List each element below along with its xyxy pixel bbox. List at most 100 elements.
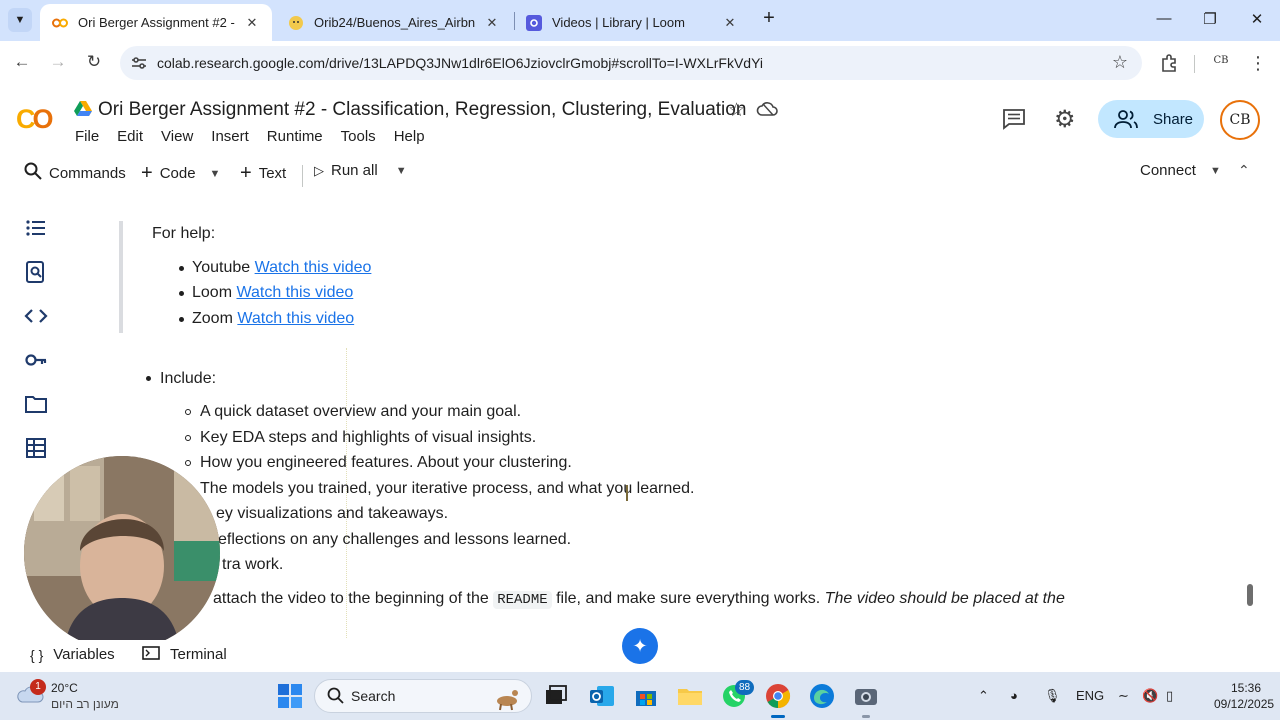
list-bullet xyxy=(185,435,191,441)
search-icon xyxy=(24,162,42,185)
terminal-icon xyxy=(142,646,160,663)
settings-gear-icon[interactable]: ⚙ xyxy=(1054,105,1076,134)
cloud-sync-icon[interactable] xyxy=(756,100,778,118)
edge-icon[interactable] xyxy=(808,682,836,710)
back-arrow-icon[interactable]: ← xyxy=(11,52,33,74)
help-heading: For help: xyxy=(152,225,216,242)
share-button[interactable]: Share xyxy=(1098,100,1204,138)
list-item-youtube: Youtube Watch this video xyxy=(192,259,371,277)
comment-icon[interactable] xyxy=(1002,108,1026,130)
colab-logo[interactable]: CO xyxy=(16,104,54,135)
camera-app-icon[interactable] xyxy=(852,682,880,710)
notebook-title[interactable]: Ori Berger Assignment #2 - Classificatio… xyxy=(98,99,746,121)
microphone-icon[interactable]: 🎙 xyxy=(1044,688,1061,704)
tab-close-icon[interactable]: ✕ xyxy=(244,15,260,31)
outlook-icon[interactable] xyxy=(588,682,616,710)
search-label: Search xyxy=(351,688,396,704)
webcam-overlay[interactable] xyxy=(24,456,220,650)
reload-icon[interactable]: ↻ xyxy=(83,52,105,74)
terminal-button[interactable]: Terminal xyxy=(142,646,227,663)
chevron-down-icon[interactable]: ▼ xyxy=(210,168,221,180)
chevron-down-icon[interactable]: ▼ xyxy=(1210,165,1221,177)
braces-icon: { } xyxy=(30,646,44,663)
commands-button[interactable]: Commands xyxy=(24,162,126,185)
tab-search-button[interactable]: ▼ xyxy=(8,8,32,32)
menu-edit[interactable]: Edit xyxy=(117,128,143,145)
include-item: How you engineered features. About your … xyxy=(200,454,572,471)
menu-runtime[interactable]: Runtime xyxy=(267,128,323,145)
file-explorer-icon[interactable] xyxy=(676,682,704,710)
clock-date[interactable]: 09/12/2025 xyxy=(1214,697,1274,711)
find-icon[interactable] xyxy=(24,260,48,284)
code-snippets-icon[interactable] xyxy=(24,304,48,328)
chevron-up-icon[interactable]: ⌃ xyxy=(1238,162,1250,179)
profile-icon[interactable]: CB xyxy=(1210,55,1232,73)
language-indicator[interactable]: ENG xyxy=(1076,688,1104,703)
windows-start-icon[interactable] xyxy=(276,682,304,710)
code-label: Code xyxy=(159,165,196,182)
extensions-icon[interactable] xyxy=(1158,53,1180,78)
chevron-down-icon[interactable]: ▼ xyxy=(396,165,407,177)
taskbar-search[interactable]: Search xyxy=(314,679,532,713)
scrollbar[interactable] xyxy=(1247,584,1253,606)
files-folder-icon[interactable] xyxy=(24,392,48,416)
site-info-icon[interactable] xyxy=(130,54,148,72)
meet-now-icon[interactable]: ◕ xyxy=(1010,688,1018,703)
menu-tools[interactable]: Tools xyxy=(341,128,376,145)
run-all-button[interactable]: ▷ Run all ▼ xyxy=(314,162,407,179)
table-of-contents-icon[interactable] xyxy=(24,216,48,240)
add-code-button[interactable]: + Code ▼ xyxy=(141,162,220,185)
drive-icon[interactable] xyxy=(74,101,92,117)
whatsapp-badge: 88 xyxy=(735,680,755,695)
minimize-icon[interactable]: — xyxy=(1154,10,1174,27)
run-all-label: Run all xyxy=(331,162,378,179)
window-close-icon[interactable]: ✕ xyxy=(1247,10,1267,28)
account-avatar[interactable]: CB xyxy=(1220,100,1260,140)
connect-button[interactable]: Connect xyxy=(1140,162,1196,179)
add-text-button[interactable]: + Text xyxy=(240,162,286,185)
battery-icon[interactable]: ▯ xyxy=(1166,688,1173,704)
menu-file[interactable]: File xyxy=(75,128,99,145)
microsoft-store-icon[interactable] xyxy=(632,682,660,710)
list-item-loom: Loom Watch this video xyxy=(192,284,353,302)
forward-arrow-icon[interactable]: → xyxy=(47,52,69,74)
list-bullet xyxy=(185,460,191,466)
new-tab-plus-icon[interactable]: + xyxy=(758,8,780,30)
loom-video-link[interactable]: Watch this video xyxy=(236,284,353,301)
zoom-video-link[interactable]: Watch this video xyxy=(237,310,354,327)
menu-help[interactable]: Help xyxy=(394,128,425,145)
address-bar[interactable]: colab.research.google.com/drive/13LAPDQ3… xyxy=(120,46,1142,80)
youtube-video-link[interactable]: Watch this video xyxy=(255,259,372,276)
tab-title: Ori Berger Assignment #2 - Cla xyxy=(78,15,236,30)
variables-button[interactable]: { } Variables xyxy=(30,646,115,663)
wifi-icon[interactable]: ∼ xyxy=(1118,688,1129,704)
data-table-icon[interactable] xyxy=(24,436,48,460)
volume-muted-icon[interactable]: 🔇 xyxy=(1142,688,1158,704)
tray-chevron-up-icon[interactable]: ⌃ xyxy=(978,688,989,704)
gemini-sparkle-icon[interactable]: ✦ xyxy=(622,628,658,664)
clock-time[interactable]: 15:36 xyxy=(1231,681,1261,695)
attach-italic-text: The video should be placed at the xyxy=(824,590,1065,607)
tab-close-icon[interactable]: ✕ xyxy=(722,15,738,31)
tab-github[interactable]: Orib24/Buenos_Aires_Airbnb_D ✕ xyxy=(276,4,512,41)
secrets-key-icon[interactable] xyxy=(24,348,48,372)
list-bullet xyxy=(179,317,184,322)
weather-description: מעונן רב היום xyxy=(51,697,119,711)
menu-insert[interactable]: Insert xyxy=(211,128,249,145)
colab-favicon xyxy=(52,15,68,31)
list-bullet xyxy=(146,376,151,381)
star-icon[interactable]: ☆ xyxy=(728,99,745,122)
chrome-icon[interactable] xyxy=(764,682,792,710)
tab-colab[interactable]: Ori Berger Assignment #2 - Cla ✕ xyxy=(40,4,272,41)
colab-header: CO Ori Berger Assignment #2 - Classifica… xyxy=(0,87,1280,203)
browser-toolbar: ← → ↻ colab.research.google.com/drive/13… xyxy=(0,41,1280,87)
bookmark-star-icon[interactable]: ☆ xyxy=(1112,52,1128,73)
restore-icon[interactable]: ❐ xyxy=(1200,10,1220,28)
variables-label: Variables xyxy=(53,646,115,663)
menu-view[interactable]: View xyxy=(161,128,193,145)
task-view-icon[interactable] xyxy=(542,682,570,710)
tab-close-icon[interactable]: ✕ xyxy=(484,15,500,31)
browser-menu-icon[interactable]: ⋮ xyxy=(1247,53,1269,74)
tab-loom[interactable]: Videos | Library | Loom ✕ xyxy=(514,4,750,41)
include-item: The models you trained, your iterative p… xyxy=(200,480,695,497)
